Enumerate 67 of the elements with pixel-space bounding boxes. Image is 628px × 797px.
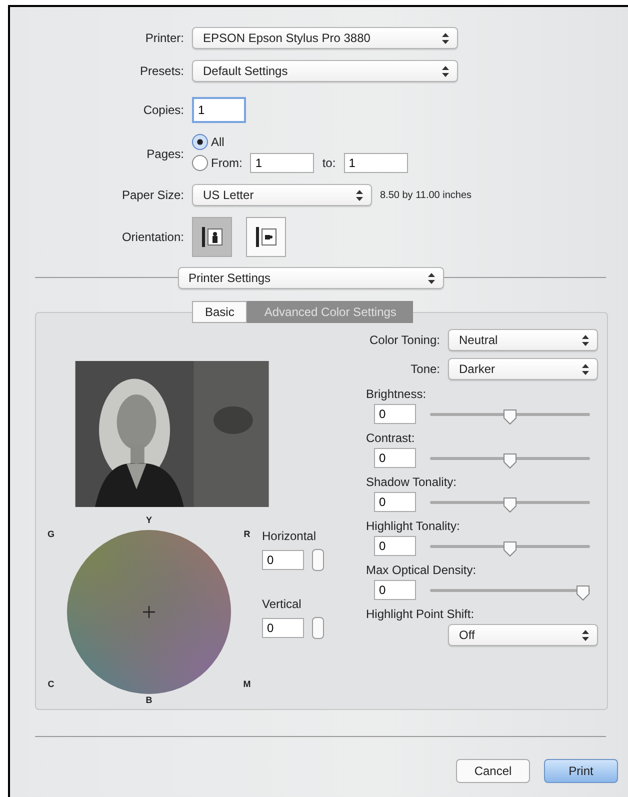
paper-size-label: Paper Size: [120,188,184,202]
value-field[interactable]: 0 [374,404,416,424]
printer-label: Printer: [144,31,184,45]
tone-label: Tone: [410,362,440,376]
tab[interactable]: Basic [192,301,248,323]
pages-label: Pages: [146,146,184,160]
from-field[interactable]: 1 [250,153,314,173]
slider-label: Max Optical Density: [366,563,478,577]
stepper[interactable] [312,617,324,639]
presets-popup[interactable]: Default Settings [192,60,458,82]
copies-field[interactable]: 1 [192,97,246,123]
to-field[interactable]: 1 [344,153,408,173]
slider-thumb[interactable] [503,452,517,468]
slider-thumb[interactable] [503,540,517,556]
axis-letter: Y [144,515,153,527]
copies-label: Copies: [142,103,184,117]
highlight-point-shift-popup[interactable]: Off [448,624,598,646]
cancel-button[interactable]: Cancel [456,759,530,783]
up-down-arrows-icon [356,190,363,200]
slider-label: Brightness: [366,387,428,401]
panel-popup[interactable]: Printer Settings [178,267,444,289]
color-toning-label: Color Toning: [370,333,440,347]
radio-button[interactable] [192,155,208,171]
portrait-button[interactable] [192,217,232,257]
presets-label: Presets: [138,64,184,78]
value-field[interactable]: 0 [374,448,416,468]
up-down-arrows-icon [582,630,589,640]
axis-letter: M [242,679,252,691]
radio-label: From: [211,156,242,170]
to-label: to: [322,156,336,170]
up-down-arrows-icon [582,364,589,374]
landscape-page-icon [253,224,279,250]
slider-thumb[interactable] [503,496,517,512]
slider-label: Highlight Tonality: [366,519,461,533]
vertical-label: Vertical [262,597,302,611]
printer-popup[interactable]: EPSON Epson Stylus Pro 3880 [192,27,458,49]
paper-size-popup[interactable]: US Letter [192,184,372,206]
horizontal-field[interactable]: 0 [262,550,304,570]
value-field[interactable]: 0 [374,536,416,556]
radio-button[interactable] [192,134,208,150]
up-down-arrows-icon [582,334,589,346]
axis-letter: C [46,679,56,691]
stepper[interactable] [312,549,324,571]
up-down-arrows-icon [442,32,449,44]
orientation-label: Orientation: [120,230,184,244]
slider-label: Shadow Tonality: [366,475,458,489]
tone-popup[interactable]: Darker [448,358,598,380]
paper-size-note: 8.50 by 11.00 inches [380,190,472,200]
horizontal-label: Horizontal [262,529,318,543]
axis-letter: G [46,529,56,541]
up-down-arrows-icon [442,66,449,76]
value-field[interactable]: 0 [374,492,416,512]
slider-label: Contrast: [366,431,416,445]
landscape-button[interactable] [246,217,286,257]
axis-letter: R [242,529,252,541]
highlight-point-shift-label: Highlight Point Shift: [366,607,476,621]
up-down-arrows-icon [428,272,434,284]
slider-thumb[interactable] [576,584,590,600]
radio-label: All [211,135,224,149]
portrait-page-icon [199,224,225,250]
slider-thumb[interactable] [503,408,517,424]
print-button[interactable]: Print [544,759,618,783]
color-toning-popup[interactable]: Neutral [448,329,598,351]
axis-letter: B [144,695,154,707]
vertical-field[interactable]: 0 [262,618,304,638]
value-field[interactable]: 0 [374,580,416,600]
color-wheel[interactable] [66,529,232,695]
